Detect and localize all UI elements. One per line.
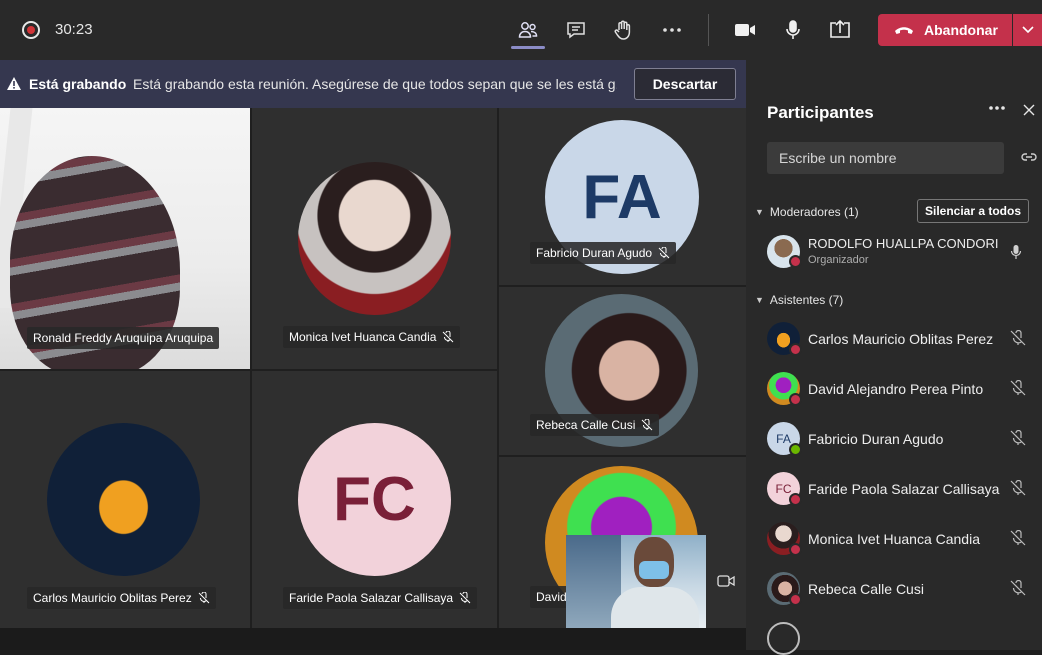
participant-row-moderator[interactable]: RODOLFO HUALLPA CONDORI Organizador [746,227,1042,277]
video-tile-carlos[interactable]: Carlos Mauricio Oblitas Perez [0,371,250,628]
recording-banner: Está grabando Está grabando esta reunión… [0,60,746,108]
participants-selected-indicator [511,46,545,49]
status-badge [789,343,802,356]
status-badge [789,393,802,406]
avatar [298,162,451,315]
recording-banner-title: Está grabando [29,76,127,92]
mute-all-button[interactable]: Silenciar a todos [917,199,1029,223]
tile-name: Fabricio Duran Agudo [536,246,653,260]
bottom-strip [0,628,746,650]
tile-name-badge: Ronald Freddy Aruquipa Aruquipa [27,327,220,349]
self-view-shirt [611,587,699,628]
more-options-icon[interactable] [658,16,686,44]
microphone-icon [1010,245,1022,259]
tile-name: Monica Ivet Huanca Candia [289,330,437,344]
recording-indicator-icon [22,21,40,39]
participant-row[interactable]: Monica Ivet Huanca Candia [746,514,1042,564]
status-badge [789,255,802,268]
recording-banner-text: Está grabando esta reunión. Asegúrese de… [133,76,617,92]
tile-name-badge: Faride Paola Salazar Callisaya [283,587,478,609]
video-tile-fabricio[interactable]: FA Fabricio Duran Agudo [499,108,746,285]
avatar [767,622,800,655]
self-view-mask [639,561,669,579]
participant-name: Faride Paola Salazar Callisaya [808,481,1000,497]
muted-mic-icon [1010,580,1026,596]
muted-mic-icon [1010,430,1026,446]
muted-mic-icon [459,592,471,604]
meeting-toolbar: 30:23 Abandonar [0,0,1042,60]
muted-mic-icon [198,592,210,604]
panel-title: Participantes [767,103,874,122]
share-invite-icon[interactable] [1021,151,1037,163]
muted-mic-icon [658,247,670,259]
video-tile-faride[interactable]: FC Faride Paola Salazar Callisaya [252,371,497,628]
status-badge [789,493,802,506]
video-tile-monica[interactable]: Monica Ivet Huanca Candia [252,108,497,369]
status-badge [789,593,802,606]
muted-mic-icon [1010,380,1026,396]
participant-row[interactable]: Carlos Mauricio Oblitas Perez [746,314,1042,364]
video-tile-rebeca[interactable]: Rebeca Calle Cusi [499,287,746,455]
participant-row[interactable]: FA Fabricio Duran Agudo [746,414,1042,464]
close-icon[interactable] [1023,104,1035,116]
tile-name: Carlos Mauricio Oblitas Perez [33,591,192,605]
moderators-section-header[interactable]: ▼ Moderadores (1) [755,205,859,219]
status-badge [789,543,802,556]
more-options-icon[interactable] [988,104,1006,112]
tile-name: David [536,590,567,604]
camera-icon[interactable] [731,16,759,44]
camera-switch-icon[interactable] [717,573,735,594]
chevron-down-icon [1021,26,1034,34]
muted-mic-icon [642,419,653,431]
participant-name: RODOLFO HUALLPA CONDORI [808,236,999,251]
tile-name: Ronald Freddy Aruquipa Aruquipa [33,331,214,345]
muted-mic-icon [1010,530,1026,546]
participant-row[interactable]: David Alejandro Perea Pinto [746,364,1042,414]
tile-name-badge: Fabricio Duran Agudo [530,242,677,264]
participant-row[interactable]: FC Faride Paola Salazar Callisaya [746,464,1042,514]
self-view-video[interactable] [566,535,706,628]
chevron-down-icon: ▼ [755,207,764,217]
leave-options-button[interactable] [1013,14,1042,46]
tile-name-badge: Monica Ivet Huanca Candia [283,326,461,348]
status-badge [789,443,802,456]
share-screen-icon[interactable] [826,16,854,44]
participant-name: Monica Ivet Huanca Candia [808,531,980,547]
search-input[interactable] [767,142,1004,174]
muted-mic-icon [1010,480,1026,496]
participant-name: Carlos Mauricio Oblitas Perez [808,331,994,347]
chat-icon[interactable] [562,16,590,44]
leave-label: Abandonar [924,22,998,38]
hang-up-icon [895,27,913,34]
muted-mic-icon [1010,330,1026,346]
tile-name-badge: Carlos Mauricio Oblitas Perez [27,587,216,609]
tile-name: Rebeca Calle Cusi [536,418,636,432]
video-tile-ronald[interactable]: Ronald Freddy Aruquipa Aruquipa [0,108,250,369]
participant-row[interactable]: Rebeca Calle Cusi [746,564,1042,614]
avatar [47,423,200,576]
participant-name: David Alejandro Perea Pinto [808,381,984,397]
participant-name: Fabricio Duran Agudo [808,431,944,447]
meeting-timer: 30:23 [55,21,93,38]
warning-icon [7,77,21,90]
attendees-section-header[interactable]: ▼ Asistentes (7) [755,293,843,307]
chevron-down-icon: ▼ [755,295,764,305]
participant-role: Organizador [808,254,869,266]
participant-name: Rebeca Calle Cusi [808,581,924,597]
microphone-icon[interactable] [779,16,807,44]
attendees-label: Asistentes (7) [769,293,844,307]
participants-panel: Participantes ▼ Moderadores (1) Silencia… [746,60,1042,655]
toolbar-divider [708,14,709,46]
raise-hand-icon[interactable] [609,16,637,44]
dismiss-button[interactable]: Descartar [634,68,736,100]
tile-name: Faride Paola Salazar Callisaya [289,591,454,605]
moderators-label: Moderadores (1) [769,205,859,219]
tile-name-badge: Rebeca Calle Cusi [530,414,660,436]
muted-mic-icon [443,331,454,343]
leave-button[interactable]: Abandonar [878,14,1012,46]
participants-icon[interactable] [514,16,542,44]
avatar: FC [298,423,451,576]
